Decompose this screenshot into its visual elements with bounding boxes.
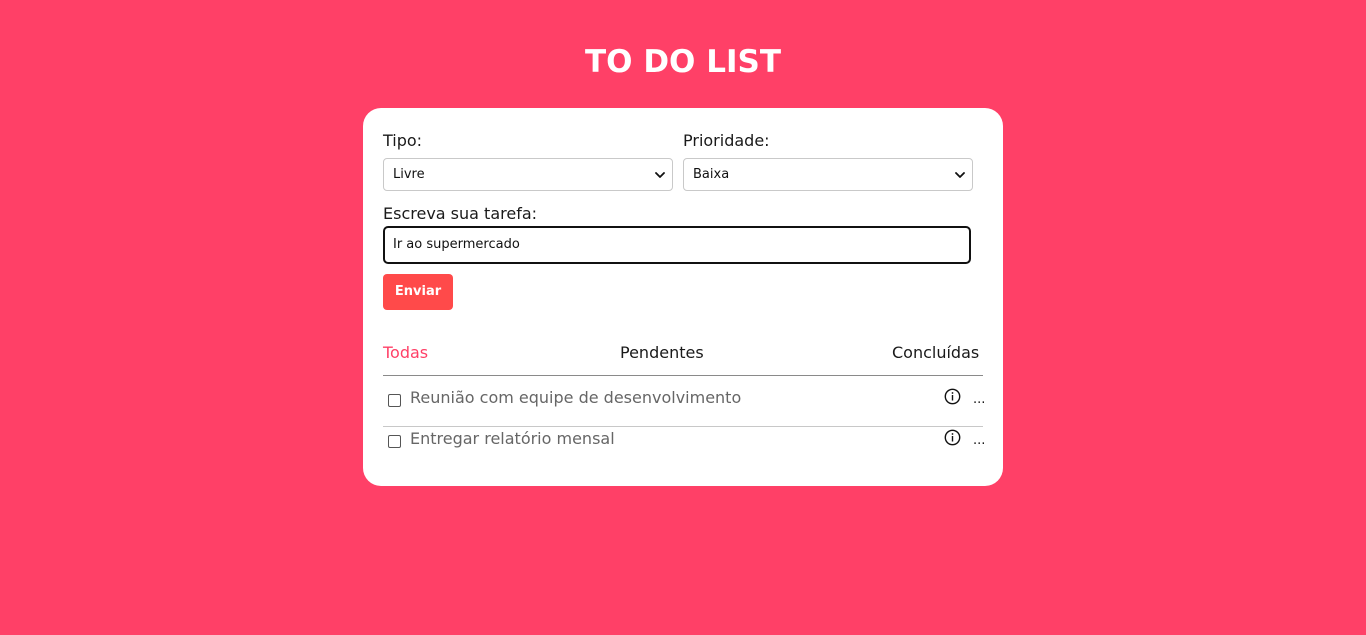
prioridade-label: Prioridade:: [683, 131, 770, 150]
tab-todas[interactable]: Todas: [383, 343, 428, 362]
task-row: Entregar relatório mensal ...: [383, 417, 985, 457]
tipo-select-value: Livre: [393, 167, 425, 182]
prioridade-select[interactable]: Baixa: [683, 158, 973, 191]
task-input-value: Ir ao supermercado: [393, 237, 520, 252]
task-checkbox[interactable]: [388, 435, 401, 448]
task-text: Reunião com equipe de desenvolvimento: [410, 388, 742, 407]
tab-pendentes[interactable]: Pendentes: [620, 343, 704, 362]
info-icon[interactable]: [944, 429, 961, 446]
task-input[interactable]: Ir ao supermercado: [383, 226, 971, 264]
task-text: Entregar relatório mensal: [410, 429, 615, 448]
todo-card: Tipo: Livre Prioridade: Baixa Escreva su…: [363, 108, 1003, 486]
task-label: Escreva sua tarefa:: [383, 204, 538, 223]
info-icon[interactable]: [944, 388, 961, 405]
task-row: Reunião com equipe de desenvolvimento ..…: [383, 376, 985, 427]
tipo-select[interactable]: Livre: [383, 158, 673, 191]
more-icon[interactable]: ...: [973, 433, 985, 448]
task-checkbox[interactable]: [388, 394, 401, 407]
tipo-label: Tipo:: [383, 131, 423, 150]
tab-concluidas[interactable]: Concluídas: [892, 343, 979, 362]
page-title: TO DO LIST: [585, 44, 781, 80]
prioridade-select-value: Baixa: [693, 167, 730, 182]
chevron-down-icon: [655, 172, 665, 178]
more-icon[interactable]: ...: [973, 392, 985, 407]
chevron-down-icon: [955, 172, 965, 178]
send-button[interactable]: Enviar: [383, 274, 453, 310]
